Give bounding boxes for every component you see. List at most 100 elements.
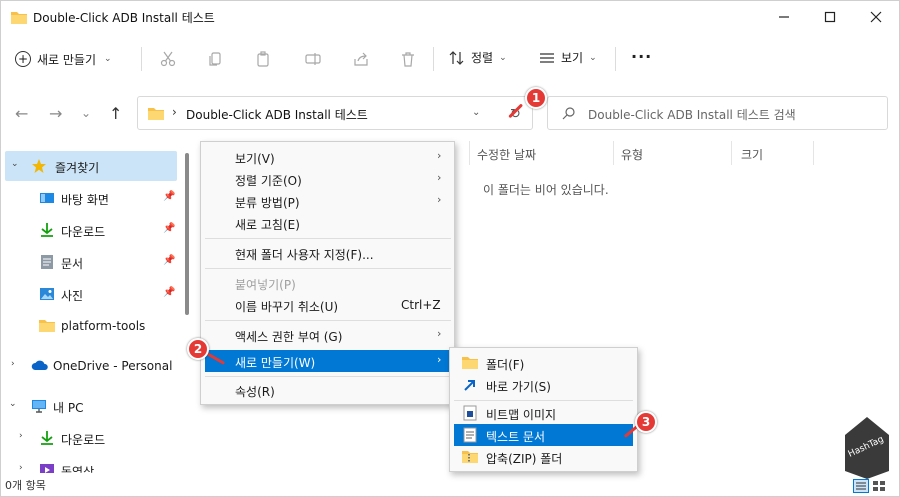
back-arrow-icon[interactable]: ←	[15, 104, 28, 123]
column-header-modified[interactable]: 수정한 날짜	[477, 146, 536, 163]
menu-item-refresh[interactable]: 새로 고침(E)	[205, 212, 451, 234]
sidebar-item-pc-downloads[interactable]: › 다운로드	[1, 423, 179, 453]
video-icon	[39, 462, 55, 473]
chevron-down-icon[interactable]: ⌄	[11, 159, 19, 169]
sidebar-item-downloads[interactable]: 다운로드 📌	[1, 215, 179, 245]
paste-icon[interactable]	[253, 49, 273, 69]
sidebar-item-pictures[interactable]: 사진 📌	[1, 279, 179, 309]
address-bar[interactable]: › Double-Click ADB Install 테스트 ⌄ ↻	[137, 96, 533, 130]
rename-icon[interactable]	[303, 49, 323, 69]
chevron-right-icon[interactable]: ›	[19, 463, 23, 473]
sidebar-item-this-pc[interactable]: ⌄ 내 PC	[1, 391, 179, 421]
sidebar-scrollbar[interactable]	[185, 153, 189, 315]
view-button[interactable]: 보기 ⌄	[539, 49, 597, 66]
menu-item-label: 보기(V)	[235, 152, 275, 166]
sidebar-item-label: 바탕 화면	[61, 193, 109, 207]
cut-icon[interactable]	[158, 49, 178, 69]
pin-icon: 📌	[163, 287, 176, 298]
download-icon	[39, 222, 55, 238]
menu-item-undo-rename[interactable]: 이름 바꾸기 취소(U) Ctrl+Z	[205, 294, 451, 316]
menu-item-label: 정렬 기준(O)	[235, 174, 302, 188]
pin-icon: 📌	[163, 223, 176, 234]
submenu-item-label: 바로 가기(S)	[486, 380, 551, 394]
share-icon[interactable]	[351, 49, 371, 69]
window-title: Double-Click ADB Install 테스트	[33, 11, 215, 25]
forward-arrow-icon[interactable]: →	[49, 104, 62, 123]
menu-item-properties[interactable]: 속성(R)	[205, 379, 451, 401]
sort-button-label: 정렬	[471, 51, 494, 65]
copy-icon[interactable]	[205, 49, 225, 69]
menu-item-sort-by[interactable]: 정렬 기준(O) ›	[205, 168, 451, 190]
column-header-size[interactable]: 크기	[741, 146, 763, 163]
computer-icon	[31, 398, 47, 414]
submenu-item-zip-folder[interactable]: 압축(ZIP) 폴더	[454, 446, 633, 468]
submenu-item-label: 비트맵 이미지	[486, 408, 557, 422]
column-divider[interactable]	[813, 141, 814, 165]
maximize-button[interactable]	[807, 1, 853, 33]
menu-item-label: 현재 폴더 사용자 지정(F)...	[235, 248, 374, 262]
chevron-down-icon: ⌄	[104, 54, 112, 64]
column-divider[interactable]	[731, 141, 732, 165]
breadcrumb-chevron-icon[interactable]: ›	[172, 105, 177, 119]
navigation-pane: ⌄ 즐겨찾기 바탕 화면 📌 다운로드 📌 문서 📌 사진 📌 platform…	[1, 151, 191, 473]
menu-item-view[interactable]: 보기(V) ›	[205, 146, 451, 168]
sidebar-item-platform-tools[interactable]: platform-tools	[1, 311, 179, 341]
column-divider[interactable]	[469, 141, 470, 165]
details-view-icon[interactable]	[853, 479, 869, 493]
large-icons-view-icon[interactable]	[871, 479, 887, 493]
sidebar-item-documents[interactable]: 문서 📌	[1, 247, 179, 277]
column-header-type[interactable]: 유형	[621, 146, 643, 163]
menu-item-label: 속성(R)	[235, 385, 275, 399]
search-box[interactable]: Double-Click ADB Install 테스트 검색	[547, 96, 888, 130]
sidebar-item-label: 다운로드	[61, 433, 106, 447]
menu-item-paste: 붙여넣기(P)	[205, 272, 451, 294]
menu-item-customize-folder[interactable]: 현재 폴더 사용자 지정(F)...	[205, 242, 451, 264]
delete-icon[interactable]	[398, 49, 418, 69]
recent-chevron-icon[interactable]: ⌄	[81, 106, 91, 120]
submenu-item-folder[interactable]: 폴더(F)	[454, 352, 633, 374]
menu-item-label: 새로 고침(E)	[235, 218, 300, 232]
menu-item-new[interactable]: 새로 만들기(W) ›	[205, 350, 451, 372]
breadcrumb[interactable]: Double-Click ADB Install 테스트	[186, 106, 368, 123]
chevron-right-icon: ›	[437, 353, 442, 366]
step-marker-3: 3	[635, 411, 657, 433]
submenu-item-bitmap[interactable]: 비트맵 이미지	[454, 402, 633, 424]
new-button[interactable]: + 새로 만들기 ⌄	[15, 45, 112, 73]
sidebar-item-videos[interactable]: › 동영상	[1, 455, 179, 473]
chevron-right-icon: ›	[437, 193, 442, 206]
column-divider[interactable]	[613, 141, 614, 165]
more-options-icon[interactable]: ···	[631, 47, 652, 66]
view-list-icon	[540, 52, 554, 63]
sidebar-item-label: OneDrive - Personal	[53, 359, 173, 373]
pin-icon: 📌	[163, 255, 176, 266]
address-dropdown-icon[interactable]: ⌄	[472, 107, 480, 118]
chevron-right-icon[interactable]: ›	[11, 359, 15, 369]
sidebar-item-label: 다운로드	[61, 225, 106, 239]
chevron-right-icon: ›	[437, 171, 442, 184]
sidebar-item-desktop[interactable]: 바탕 화면 📌	[1, 183, 179, 213]
folder-icon	[11, 10, 27, 27]
search-input[interactable]: Double-Click ADB Install 테스트 검색	[588, 106, 796, 123]
search-icon	[562, 106, 576, 123]
new-submenu: 폴더(F) 바로 가기(S) 비트맵 이미지 텍스트 문서 압축(ZIP) 폴더	[449, 347, 638, 472]
sort-button[interactable]: 정렬 ⌄	[449, 49, 507, 66]
up-arrow-icon[interactable]: ↑	[109, 104, 122, 123]
explorer-window: Double-Click ADB Install 테스트 + 새로 만들기 ⌄	[0, 0, 900, 497]
chevron-right-icon[interactable]: ›	[19, 431, 23, 441]
status-item-count: 0개 항목	[5, 479, 46, 492]
submenu-item-shortcut[interactable]: 바로 가기(S)	[454, 374, 633, 396]
menu-separator	[454, 400, 633, 401]
menu-item-group-by[interactable]: 분류 방법(P) ›	[205, 190, 451, 212]
desktop-icon	[39, 190, 55, 206]
sidebar-item-favorites[interactable]: ⌄ 즐겨찾기	[5, 151, 177, 181]
chevron-right-icon: ›	[437, 149, 442, 162]
step-marker-1: 1	[525, 87, 547, 109]
minimize-button[interactable]	[761, 1, 807, 33]
chevron-down-icon: ⌄	[499, 52, 507, 63]
menu-separator	[205, 268, 451, 269]
submenu-item-text-document[interactable]: 텍스트 문서	[454, 424, 633, 446]
close-button[interactable]	[853, 1, 899, 33]
sidebar-item-onedrive[interactable]: › OneDrive - Personal	[1, 351, 179, 381]
chevron-down-icon[interactable]: ⌄	[9, 399, 17, 409]
menu-item-give-access[interactable]: 액세스 권한 부여 (G) ›	[205, 324, 451, 346]
